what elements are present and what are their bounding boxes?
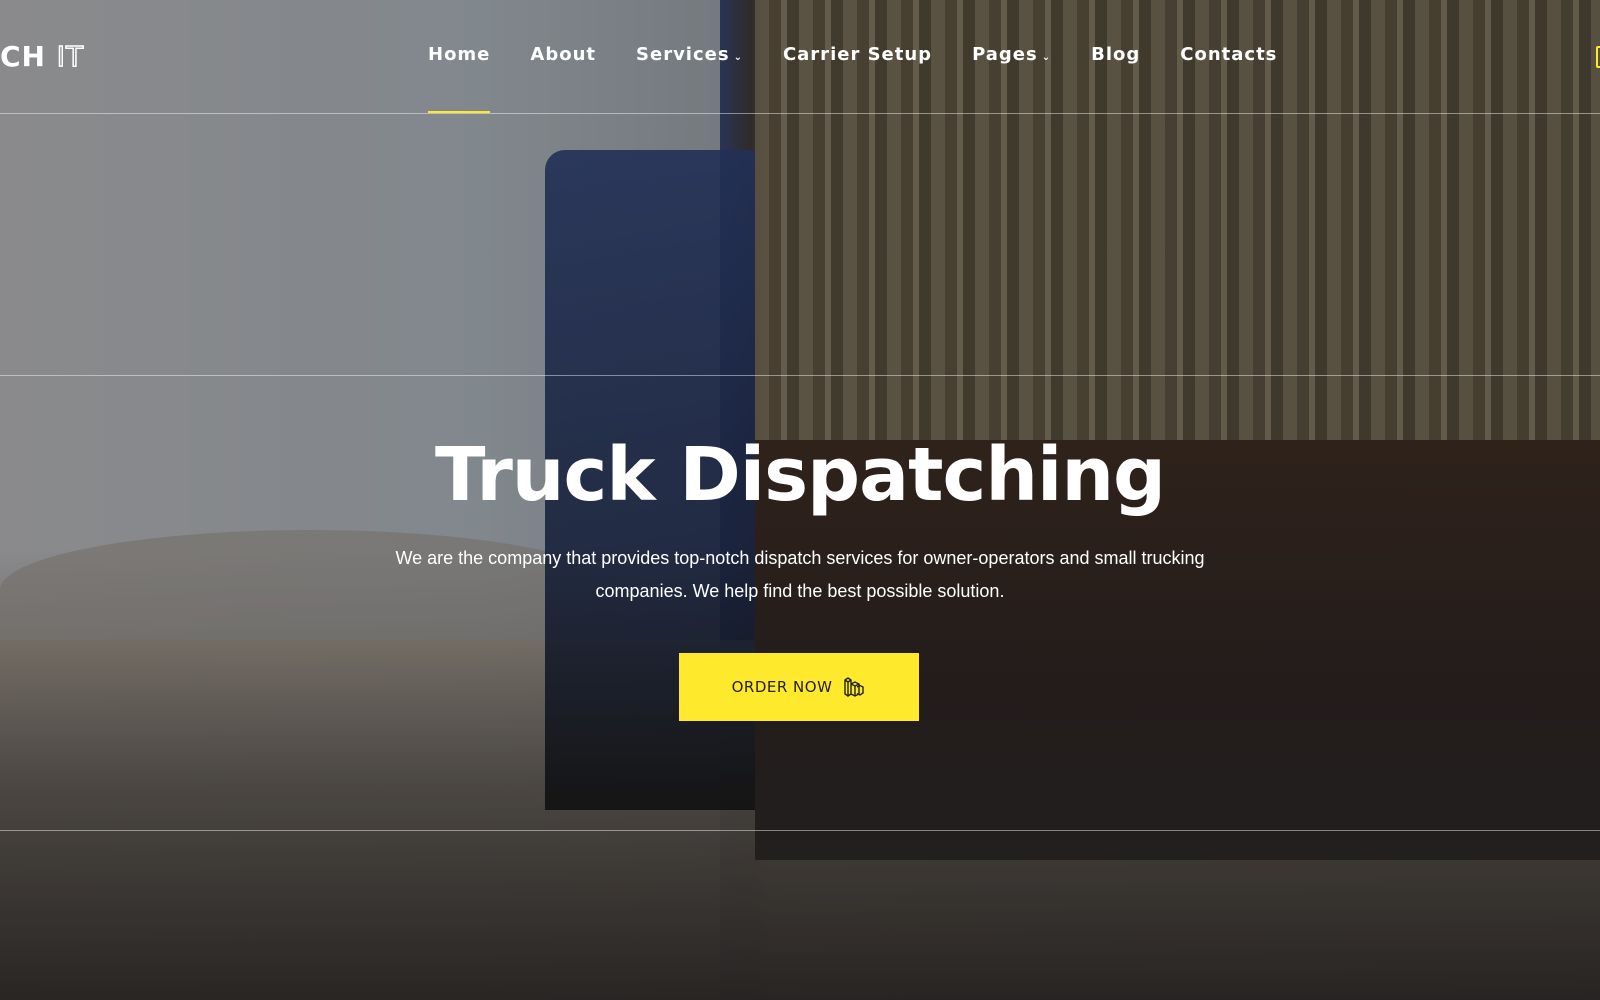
- nav-label: Home: [428, 44, 491, 65]
- nav-label: About: [530, 44, 597, 65]
- nav-carrier-setup[interactable]: Carrier Setup: [783, 44, 932, 114]
- nav-contacts[interactable]: Contacts: [1180, 44, 1277, 114]
- grid-line: [0, 830, 1600, 831]
- nav-home[interactable]: Home: [428, 44, 491, 114]
- nav-label: Contacts: [1180, 44, 1278, 65]
- nav-label: Services: [636, 44, 730, 65]
- logo-text: CH: [0, 40, 46, 73]
- nav-blog[interactable]: Blog: [1091, 44, 1140, 114]
- hero-title: Truck Dispatching: [434, 432, 1166, 518]
- logo[interactable]: CH IT: [0, 39, 85, 74]
- logo-text-outline: IT: [56, 39, 85, 74]
- main-nav: Home About Services ⌄ Carrier Setup Pages…: [428, 44, 1317, 114]
- grid-line: [0, 375, 1600, 376]
- boxes-icon: [844, 677, 865, 697]
- order-now-button[interactable]: ORDER NOW: [679, 653, 919, 721]
- header-action-icon[interactable]: [1596, 46, 1600, 68]
- nav-label: Pages: [972, 44, 1038, 65]
- chevron-down-icon: ⌄: [733, 52, 743, 63]
- nav-pages[interactable]: Pages ⌄: [972, 44, 1051, 114]
- hero-subtitle: We are the company that provides top-not…: [395, 548, 1205, 601]
- nav-about[interactable]: About: [530, 44, 596, 114]
- nav-label: Carrier Setup: [782, 44, 933, 65]
- nav-label: Blog: [1091, 44, 1141, 65]
- button-label: ORDER NOW: [731, 678, 833, 696]
- chevron-down-icon: ⌄: [1041, 52, 1052, 63]
- nav-services[interactable]: Services ⌄: [636, 44, 743, 114]
